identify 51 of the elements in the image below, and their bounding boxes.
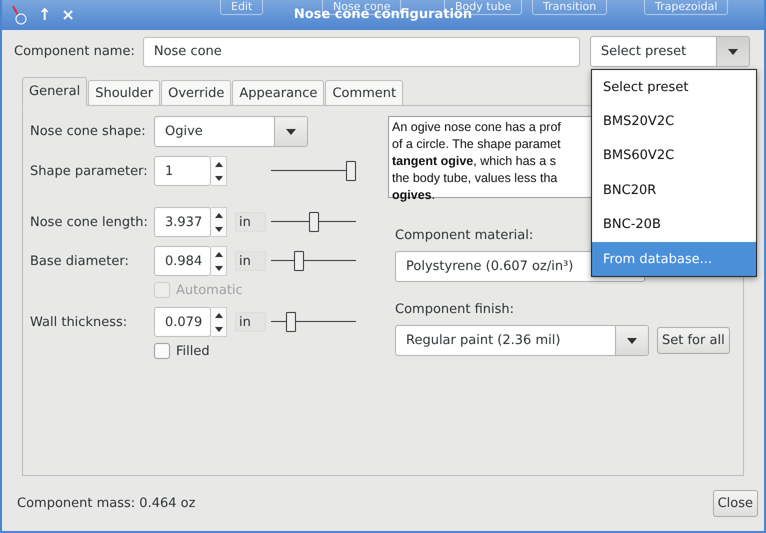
dropdown-arrow-icon — [286, 128, 296, 134]
unit-field[interactable]: in — [235, 212, 266, 232]
field-label: Nose cone shape: — [30, 124, 147, 139]
number-field[interactable]: 1 — [154, 156, 211, 186]
number-field[interactable]: 0.984 — [154, 246, 211, 276]
menu-item[interactable]: BMS20V2C — [592, 104, 756, 139]
unit-field[interactable]: in — [235, 251, 266, 271]
component-name-field[interactable]: Nose cone — [142, 36, 580, 66]
tab[interactable]: Override — [161, 80, 232, 106]
set-for-all-button[interactable]: Set for all — [657, 327, 730, 354]
spinner-buttons[interactable] — [211, 246, 227, 276]
menu-item[interactable]: BNC-20B — [592, 208, 756, 242]
dropdown-arrow-icon — [728, 48, 738, 54]
shape-dropdown[interactable]: Ogive — [154, 116, 308, 147]
up-arrow-icon — [214, 212, 222, 218]
spinner-buttons[interactable] — [211, 307, 227, 337]
field-label: Nose cone length: — [30, 214, 149, 230]
checkbox-label: Filled — [176, 344, 210, 358]
number-field[interactable]: 3.937 — [154, 207, 211, 237]
spinner-buttons[interactable] — [211, 156, 227, 186]
field-label: Component material: — [395, 228, 534, 243]
up-arrow-icon — [214, 162, 222, 166]
component-mass-text: Component mass: 0.464 oz — [17, 496, 196, 511]
down-arrow-icon — [214, 226, 222, 232]
tab[interactable]: Appearance — [232, 80, 324, 106]
menu-item[interactable]: Select preset — [592, 70, 756, 104]
number-field[interactable]: 0.079 — [154, 307, 211, 337]
down-arrow-icon — [214, 176, 222, 180]
up-arrow-icon — [214, 252, 222, 256]
close-button[interactable]: Close — [712, 490, 758, 517]
menu-item[interactable]: BNC20R — [592, 173, 756, 208]
checkbox[interactable] — [154, 343, 170, 359]
spinner-buttons[interactable] — [211, 207, 227, 237]
unit-field[interactable]: in — [235, 312, 266, 332]
checkbox-label: Automatic — [176, 282, 243, 298]
tab[interactable]: Shoulder — [88, 80, 160, 106]
field-label: Shape parameter: — [30, 164, 149, 178]
menu-item[interactable]: BMS60V2C — [592, 138, 756, 174]
preset-dropdown[interactable]: Select preset — [590, 36, 750, 67]
down-arrow-icon — [214, 326, 222, 332]
finish-dropdown[interactable]: Regular paint (2.36 mil) — [395, 325, 649, 356]
app-logo-icon — [10, 5, 28, 25]
field-label: Base diameter: — [30, 254, 130, 268]
dropdown-arrow-icon — [627, 338, 637, 344]
tab[interactable]: Comment — [325, 80, 404, 106]
field-label: Component name: — [14, 44, 135, 59]
down-arrow-icon — [214, 266, 222, 270]
field-label: Wall thickness: — [30, 314, 128, 330]
field-label: Component finish: — [395, 302, 516, 317]
up-arrow-icon — [214, 312, 222, 318]
tab[interactable]: General — [22, 77, 88, 106]
